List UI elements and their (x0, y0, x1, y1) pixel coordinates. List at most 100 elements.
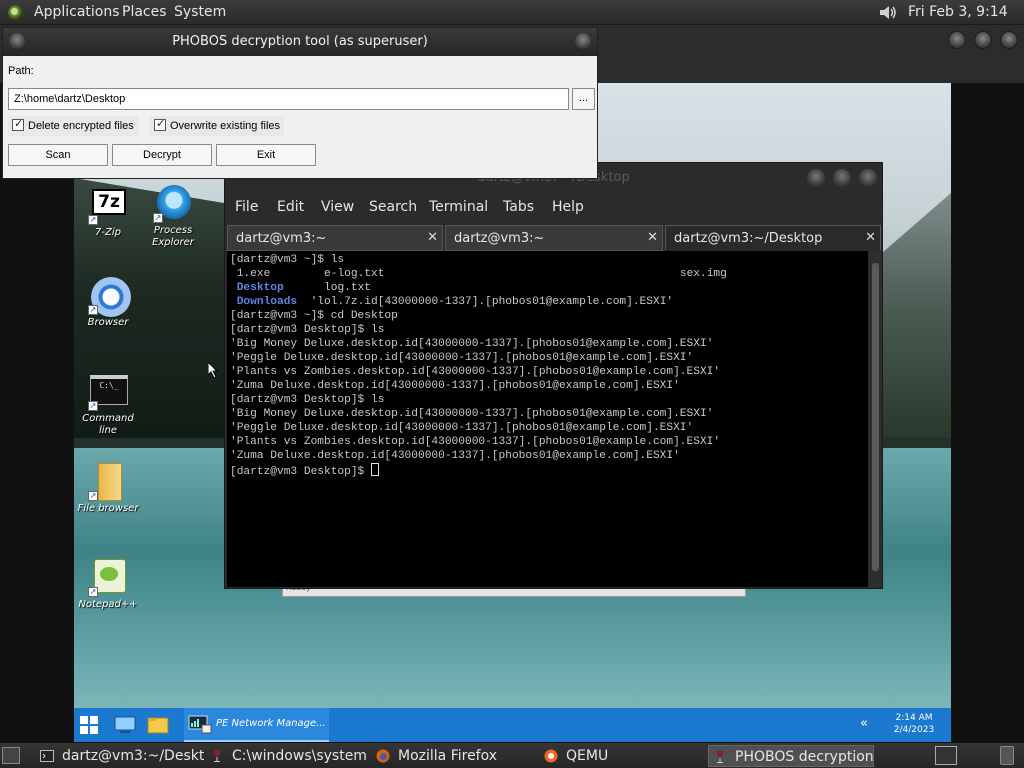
desktop-icon-label: Browser (87, 317, 129, 328)
terminal-tab-label: dartz@vm3:~ (454, 231, 545, 246)
desktop-icon-process-explorer[interactable]: ↗ Process Explorer (141, 185, 205, 249)
desktop-icon-label: 7-Zip (95, 227, 121, 238)
taskbar-item-qemu[interactable]: QEMU (540, 745, 700, 767)
terminal-prompt-line: [dartz@vm3 Desktop]$ (230, 463, 868, 479)
desktop-icon-file-browser[interactable]: ↗ File browser (76, 463, 140, 515)
tray-overflow-chevron-icon[interactable]: « (860, 716, 868, 731)
places-menu[interactable]: Places (122, 0, 167, 25)
trash-icon[interactable] (1000, 746, 1014, 765)
bottom-panel: dartz@vm3:~/Deskt... C:\windows\system..… (0, 742, 1024, 768)
qemu-minimize-button[interactable] (948, 31, 966, 49)
terminal-maximize-button[interactable] (833, 169, 851, 187)
ls-entry: sex.img (679, 268, 727, 280)
menu-edit[interactable]: Edit (277, 199, 304, 215)
desktop-monitor-icon[interactable] (114, 715, 136, 735)
applications-menu[interactable]: Applications (34, 0, 120, 25)
terminal-window[interactable]: dartz@vm3: ~/Desktop File Edit View Sear… (224, 162, 883, 589)
file-explorer-icon[interactable] (147, 715, 169, 735)
terminal-tab[interactable]: dartz@vm3:~ ✕ (227, 225, 443, 251)
shortcut-arrow-icon: ↗ (153, 213, 163, 223)
exit-button[interactable]: Exit (216, 144, 316, 166)
qemu-close-button[interactable] (1000, 31, 1018, 49)
shortcut-arrow-icon: ↗ (88, 401, 98, 411)
menu-help[interactable]: Help (552, 199, 584, 215)
ls-entry: 'lol.7z.id[43000000-1337].[phobos01@exam… (310, 296, 674, 308)
show-desktop-icon[interactable] (2, 747, 20, 764)
ls-home-row: 1.exe e-log.txt sex.img (230, 267, 868, 281)
terminal-icon (40, 750, 54, 762)
taskbar-item-wine-console[interactable]: C:\windows\system... (206, 745, 366, 767)
taskbar-item-terminal[interactable]: dartz@vm3:~/Deskt... (36, 745, 204, 767)
desktop-icon-notepad[interactable]: ↗ Notepad++ (76, 559, 140, 611)
terminal-minimize-button[interactable] (807, 169, 825, 187)
checkbox-checked-icon[interactable] (12, 117, 24, 131)
ls-home-row: Desktop log.txt (230, 281, 868, 295)
terminal-menubar: File Edit View Search Terminal Tabs Help (225, 195, 882, 221)
desktop-icon-label: File browser (77, 503, 139, 514)
phobos-body: Path: ... Delete encrypted files Overwri… (3, 56, 597, 178)
volume-icon[interactable] (878, 3, 898, 22)
terminal-output[interactable]: [dartz@vm3 ~]$ ls 1.exe e-log.txt sex.im… (227, 251, 868, 587)
desktop-icon-7zip[interactable]: 7z ↗ 7-Zip (76, 187, 140, 239)
top-panel: Applications Places System Fri Feb 3, 9:… (0, 0, 1024, 45)
ls-entry: e-log.txt (324, 268, 385, 280)
scrollbar-thumb[interactable] (872, 263, 879, 571)
phobos-dialog[interactable]: PHOBOS decryption tool (as superuser) Pa… (2, 27, 598, 179)
close-tab-icon[interactable]: ✕ (865, 230, 876, 245)
terminal-close-button[interactable] (859, 169, 877, 187)
terminal-line: 'Big Money Deluxe.desktop.id[43000000-13… (230, 408, 714, 420)
mouse-pointer-icon (208, 362, 218, 378)
terminal-line: [dartz@vm3 ~]$ ls (230, 254, 345, 266)
taskbar-item-phobos[interactable]: PHOBOS decryption... (708, 745, 874, 767)
menu-terminal[interactable]: Terminal (429, 199, 488, 215)
menu-file[interactable]: File (235, 199, 258, 215)
distro-logo-icon[interactable] (8, 5, 24, 21)
terminal-line: [dartz@vm3 ~]$ cd Desktop (230, 310, 398, 322)
delete-encrypted-checkbox[interactable]: Delete encrypted files (8, 116, 138, 136)
close-tab-icon[interactable]: ✕ (427, 230, 438, 245)
terminal-line: 'Zuma Deluxe.desktop.id[43000000-1337].[… (230, 380, 680, 392)
terminal-tab-active[interactable]: dartz@vm3:~/Desktop ✕ (665, 225, 881, 251)
qemu-border-left (0, 83, 74, 742)
phobos-title: PHOBOS decryption tool (as superuser) (172, 34, 428, 49)
menu-search[interactable]: Search (369, 199, 417, 215)
close-tab-icon[interactable]: ✕ (647, 230, 658, 245)
scan-button[interactable]: Scan (8, 144, 108, 166)
menu-tabs[interactable]: Tabs (503, 199, 534, 215)
path-input[interactable] (8, 88, 569, 110)
process-explorer-icon: ↗ (153, 185, 191, 223)
qemu-icon (544, 749, 558, 763)
checkbox-checked-icon[interactable] (154, 117, 166, 131)
taskbar-item-firefox[interactable]: Mozilla Firefox (372, 745, 532, 767)
taskbar-item-label: dartz@vm3:~/Deskt... (62, 748, 204, 764)
system-menu[interactable]: System (174, 0, 226, 25)
phobos-close-button[interactable] (575, 33, 591, 49)
phobos-titlebar[interactable]: PHOBOS decryption tool (as superuser) (3, 28, 597, 56)
terminal-prompt: [dartz@vm3 Desktop]$ (230, 466, 371, 478)
windows-start-icon[interactable] (80, 716, 98, 734)
qemu-border-right (951, 83, 1024, 742)
overwrite-existing-checkbox[interactable]: Overwrite existing files (150, 116, 285, 136)
taskbar-item-label: PHOBOS decryption... (735, 749, 874, 765)
desktop-icon-command-line[interactable]: C:\_ ↗ Command line (76, 373, 140, 437)
windows-clock[interactable]: 2:14 AM 2/4/2023 (884, 712, 944, 736)
qemu-maximize-button[interactable] (974, 31, 992, 49)
windows-taskbar: PE Network Manage... « 2:14 AM 2/4/2023 (74, 708, 951, 742)
shortcut-arrow-icon: ↗ (88, 215, 98, 225)
workspace-switcher[interactable] (935, 746, 957, 765)
command-prompt-icon: C:\_ ↗ (88, 373, 128, 411)
taskbar-item-label: Mozilla Firefox (398, 748, 498, 764)
decrypt-button[interactable]: Decrypt (112, 144, 212, 166)
terminal-line: 'Peggle Deluxe.desktop.id[43000000-1337]… (230, 352, 694, 364)
terminal-cursor (371, 463, 379, 476)
taskbar-pe-network-manager[interactable]: PE Network Manage... (184, 708, 329, 742)
delete-encrypted-label: Delete encrypted files (28, 120, 134, 132)
ls-dir-entry: Desktop (236, 282, 284, 294)
menu-view[interactable]: View (321, 199, 354, 215)
desktop-icon-browser[interactable]: ↗ Browser (76, 277, 140, 329)
desktop-icon-label: Command line (82, 413, 134, 436)
terminal-scrollbar[interactable] (870, 251, 881, 587)
terminal-line: 'Zuma Deluxe.desktop.id[43000000-1337].[… (230, 450, 680, 462)
browse-button[interactable]: ... (572, 88, 595, 110)
terminal-tab[interactable]: dartz@vm3:~ ✕ (445, 225, 663, 251)
